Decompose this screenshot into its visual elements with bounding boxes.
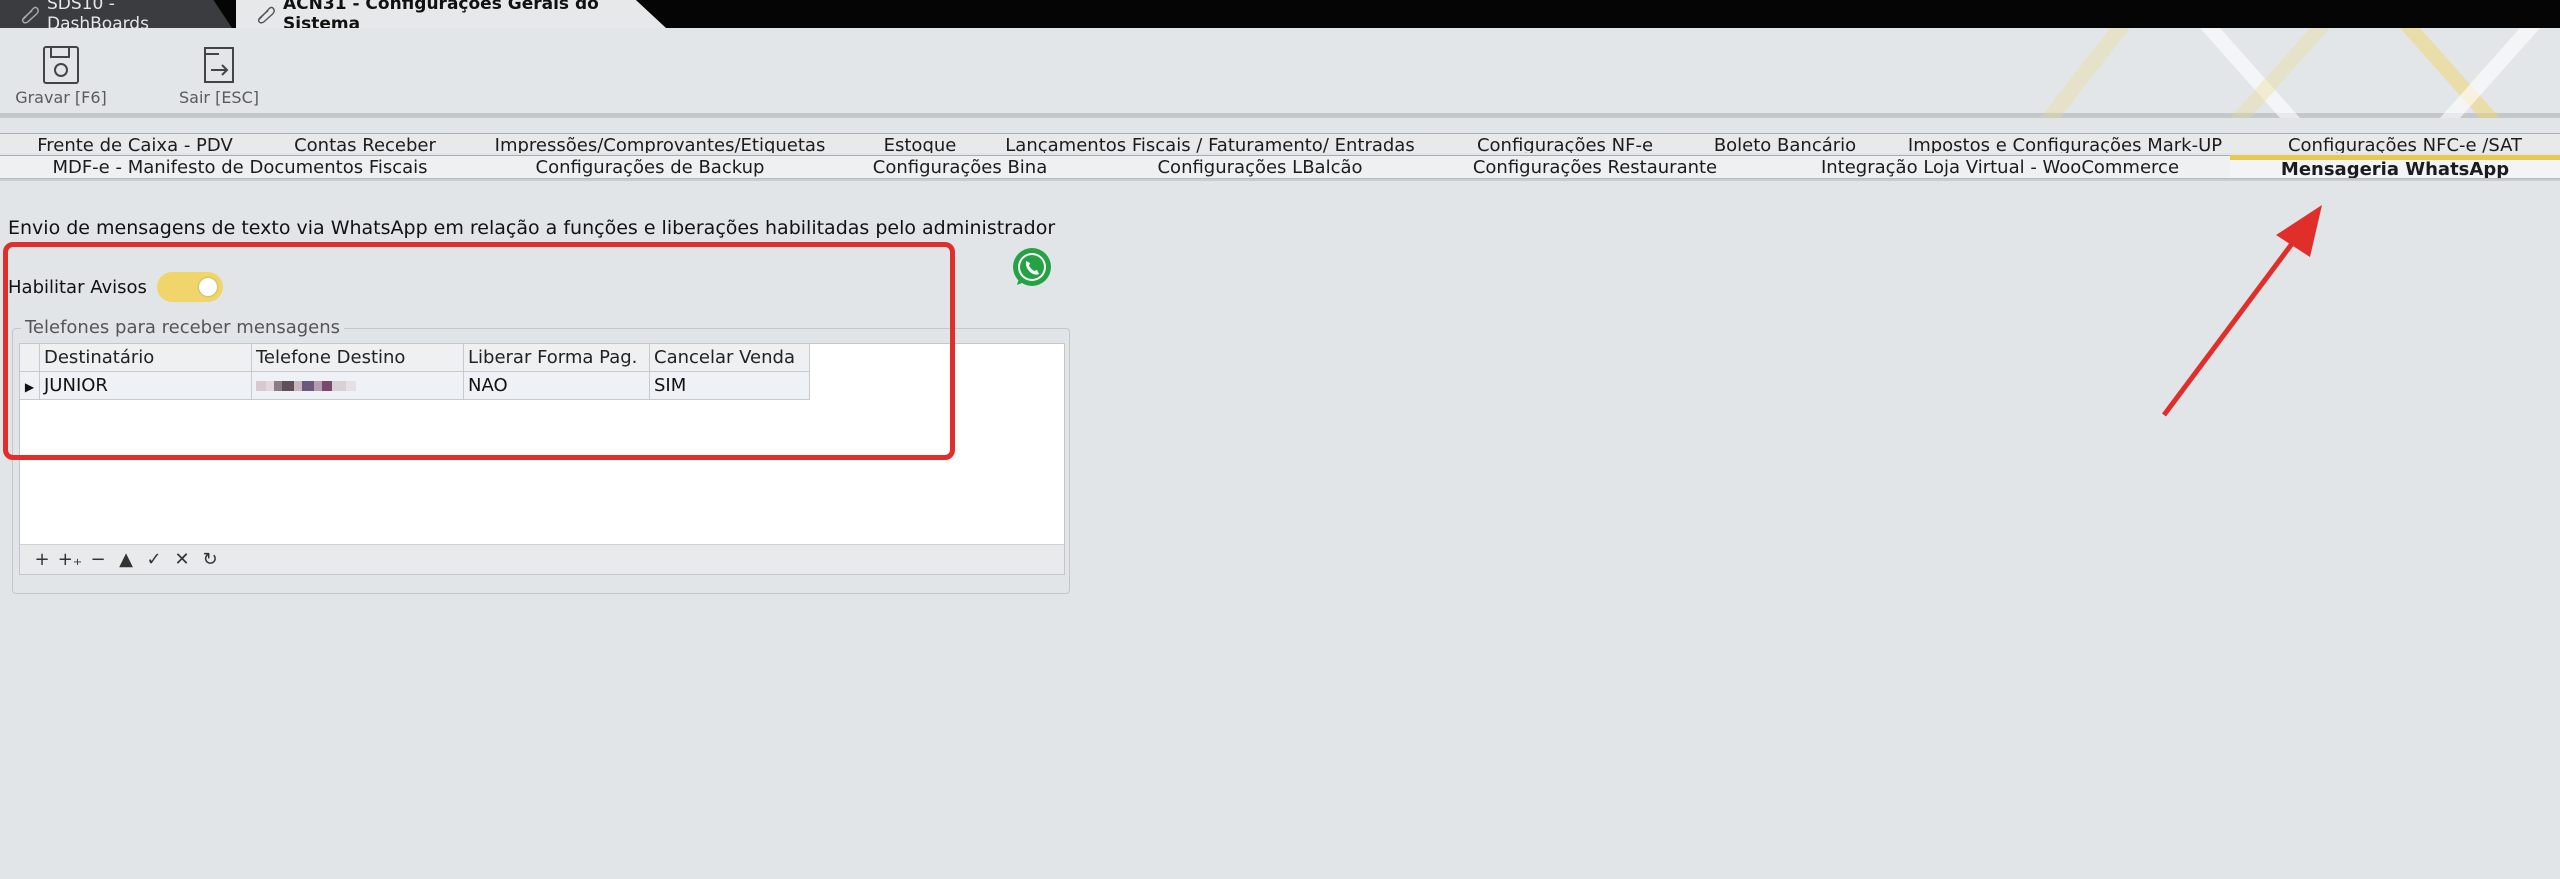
paperclip-icon (21, 6, 39, 24)
tab-config-nfce-sat[interactable]: Configurações NFC-e /SAT (2250, 133, 2560, 153)
tab-frente-caixa[interactable]: Frente de Caixa - PDV (0, 133, 270, 153)
paperclip-icon (257, 6, 275, 24)
arrow-annotation-icon (2161, 205, 2322, 417)
cancel-edit-button[interactable]: ✕ (168, 548, 196, 572)
edit-button[interactable]: ▲ (112, 548, 140, 572)
decorative-lines (2040, 28, 2540, 118)
whatsapp-icon (1013, 248, 1051, 286)
doc-tab-dashboards[interactable]: SDS10 - DashBoards (0, 0, 232, 28)
tab-impressoes[interactable]: Impressões/Comprovantes/Etiquetas (460, 133, 860, 153)
page-description: Envio de mensagens de texto via WhatsApp… (8, 217, 1056, 239)
tab-config-lbalcao[interactable]: Configurações LBalcão (1100, 155, 1420, 179)
save-button[interactable]: Gravar [F6] (6, 44, 116, 114)
document-tab-bar: SDS10 - DashBoards ACN31 - Configurações… (0, 0, 2560, 28)
tab-baseline (0, 179, 2560, 181)
insert-button[interactable]: + (28, 548, 56, 572)
tab-mensageria-whatsapp[interactable]: Mensageria WhatsApp (2230, 155, 2560, 179)
tab-mdfe[interactable]: MDF-e - Manifesto de Documentos Fiscais (0, 155, 480, 179)
toolbar: Gravar [F6] Sair [ESC] (0, 28, 2560, 118)
tab-estoque[interactable]: Estoque (860, 133, 980, 153)
delete-button[interactable]: − (84, 548, 112, 572)
save-label: Gravar [F6] (15, 88, 107, 107)
tab-boleto[interactable]: Boleto Bancário (1690, 133, 1880, 153)
tab-impostos-markup[interactable]: Impostos e Configurações Mark-UP (1880, 133, 2250, 153)
tab-config-bina[interactable]: Configurações Bina (820, 155, 1100, 179)
doc-tab-general-settings[interactable]: ACN31 - Configurações Gerais do Sistema (236, 0, 666, 28)
floppy-disk-icon (43, 46, 79, 84)
highlight-annotation (3, 242, 955, 460)
exit-label: Sair [ESC] (179, 88, 259, 107)
tab-config-backup[interactable]: Configurações de Backup (480, 155, 820, 179)
config-tab-strip: Frente de Caixa - PDV Contas Receber Imp… (0, 123, 2560, 185)
tab-woocommerce[interactable]: Integração Loja Virtual - WooCommerce (1770, 155, 2230, 179)
exit-door-icon (204, 47, 234, 83)
grid-navigator: + +₊ − ▲ ✓ ✕ ↻ (20, 544, 1064, 574)
tab-config-nfe[interactable]: Configurações NF-e (1440, 133, 1690, 153)
tab-contas-receber[interactable]: Contas Receber (270, 133, 460, 153)
exit-button[interactable]: Sair [ESC] (164, 44, 274, 114)
post-button[interactable]: ✓ (140, 548, 168, 572)
refresh-button[interactable]: ↻ (196, 548, 224, 572)
tab-lancamentos-fiscais[interactable]: Lançamentos Fiscais / Faturamento/ Entra… (980, 133, 1440, 153)
tab-config-restaurante[interactable]: Configurações Restaurante (1420, 155, 1770, 179)
append-button[interactable]: +₊ (56, 548, 84, 572)
